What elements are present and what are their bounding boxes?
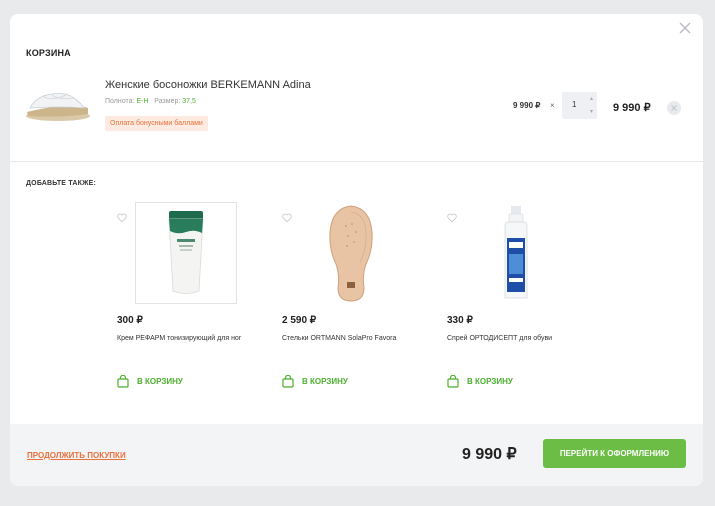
add-to-cart-label: В КОРЗИНУ (467, 376, 513, 386)
add-to-cart-button[interactable]: В КОРЗИНУ (447, 374, 513, 388)
remove-icon[interactable] (667, 101, 681, 115)
product-card: 330 ₽ Спрей ОРТОДИСЕПТ для обуви В КОРЗИ… (447, 202, 597, 402)
cart-item-meta: Полнота: E-H Размер: 37,5 (105, 98, 196, 105)
unit-price: 9 990 ₽ (513, 101, 541, 110)
product-image-cream[interactable] (135, 202, 237, 304)
close-icon[interactable] (679, 22, 693, 36)
divider (10, 161, 703, 162)
heart-icon[interactable] (282, 210, 292, 223)
product-name[interactable]: Стельки ORTMANN SolaPro Favora (282, 334, 422, 344)
product-image-insoles[interactable] (300, 202, 402, 304)
add-to-cart-label: В КОРЗИНУ (137, 376, 183, 386)
product-price: 330 ₽ (447, 315, 473, 326)
cart-item-name[interactable]: Женские босоножки BERKEMANN Adina (105, 79, 311, 91)
decrease-icon[interactable]: ▾ (590, 109, 593, 115)
item-total-price: 9 990 ₽ (613, 102, 651, 114)
cart-total: 9 990 ₽ (462, 446, 517, 463)
quantity-value[interactable]: 1 (572, 100, 576, 109)
continue-shopping-link[interactable]: ПРОДОЛЖИТЬ ПОКУПКИ (27, 451, 126, 460)
bonus-badge: Оплата бонусными баллами (105, 116, 208, 131)
fullness-label: Полнота: (105, 98, 135, 105)
times-sign: × (550, 101, 555, 110)
product-name[interactable]: Крем РЕФАРМ тонизирующий для ног (117, 334, 257, 344)
cart-bag-icon (282, 374, 294, 388)
product-image-spray[interactable] (465, 202, 567, 304)
cart-item: Женские босоножки BERKEMANN Adina Полнот… (10, 64, 703, 160)
cart-title: КОРЗИНА (26, 48, 71, 58)
also-title: ДОБАВЬТЕ ТАКЖЕ: (26, 180, 97, 187)
product-card: 2 590 ₽ Стельки ORTMANN SolaPro Favora В… (282, 202, 432, 402)
cart-bag-icon (117, 374, 129, 388)
checkout-button[interactable]: ПЕРЕЙТИ К ОФОРМЛЕНИЮ (543, 439, 686, 468)
heart-icon[interactable] (447, 210, 457, 223)
size-value: 37,5 (182, 98, 196, 105)
fullness-value: E-H (136, 98, 149, 105)
product-name[interactable]: Спрей ОРТОДИСЕПТ для обуви (447, 334, 587, 344)
product-price: 300 ₽ (117, 315, 143, 326)
cart-footer: ПРОДОЛЖИТЬ ПОКУПКИ 9 990 ₽ ПЕРЕЙТИ К ОФО… (10, 424, 703, 486)
add-to-cart-button[interactable]: В КОРЗИНУ (117, 374, 183, 388)
product-image-sandals[interactable] (22, 76, 92, 124)
size-label: Размер: (154, 98, 181, 105)
increase-icon[interactable]: ▴ (590, 96, 593, 102)
add-to-cart-button[interactable]: В КОРЗИНУ (282, 374, 348, 388)
product-card: 300 ₽ Крем РЕФАРМ тонизирующий для ног В… (117, 202, 267, 402)
product-price: 2 590 ₽ (282, 315, 317, 326)
quantity-stepper[interactable]: 1 ▴ ▾ (562, 92, 597, 119)
heart-icon[interactable] (117, 210, 127, 223)
cart-modal: КОРЗИНА Женские босоножки BERKEMANN Adin… (10, 14, 703, 486)
add-to-cart-label: В КОРЗИНУ (302, 376, 348, 386)
cart-bag-icon (447, 374, 459, 388)
